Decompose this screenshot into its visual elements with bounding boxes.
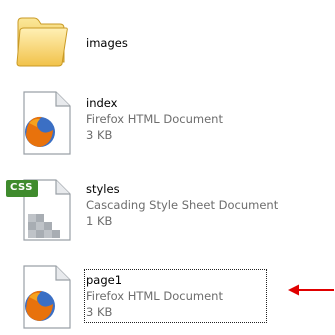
file-size: 1 KB: [86, 214, 113, 228]
css-badge-label: CSS: [10, 182, 33, 193]
file-item-page1[interactable]: page1 Firefox HTML Document 3 KB: [0, 262, 335, 333]
file-name: styles: [86, 182, 120, 196]
file-item-styles[interactable]: CSS styles Cascading Style Sheet Documen…: [0, 176, 335, 256]
file-name: index: [86, 96, 118, 110]
red-arrow-icon: [288, 284, 334, 299]
file-item-images[interactable]: images: [0, 0, 335, 85]
file-type: Cascading Style Sheet Document: [86, 198, 279, 212]
folder-icon: [12, 12, 70, 73]
file-name: page1: [86, 273, 123, 287]
css-file-icon: CSS: [6, 178, 72, 247]
file-size: 3 KB: [86, 128, 113, 142]
file-item-index[interactable]: index Firefox HTML Document 3 KB: [0, 88, 335, 168]
file-type: Firefox HTML Document: [86, 289, 223, 303]
file-type: Firefox HTML Document: [86, 112, 223, 126]
file-name: images: [86, 36, 128, 50]
firefox-html-icon: [16, 90, 74, 161]
file-size: 3 KB: [86, 305, 113, 319]
firefox-html-icon: [16, 264, 74, 335]
